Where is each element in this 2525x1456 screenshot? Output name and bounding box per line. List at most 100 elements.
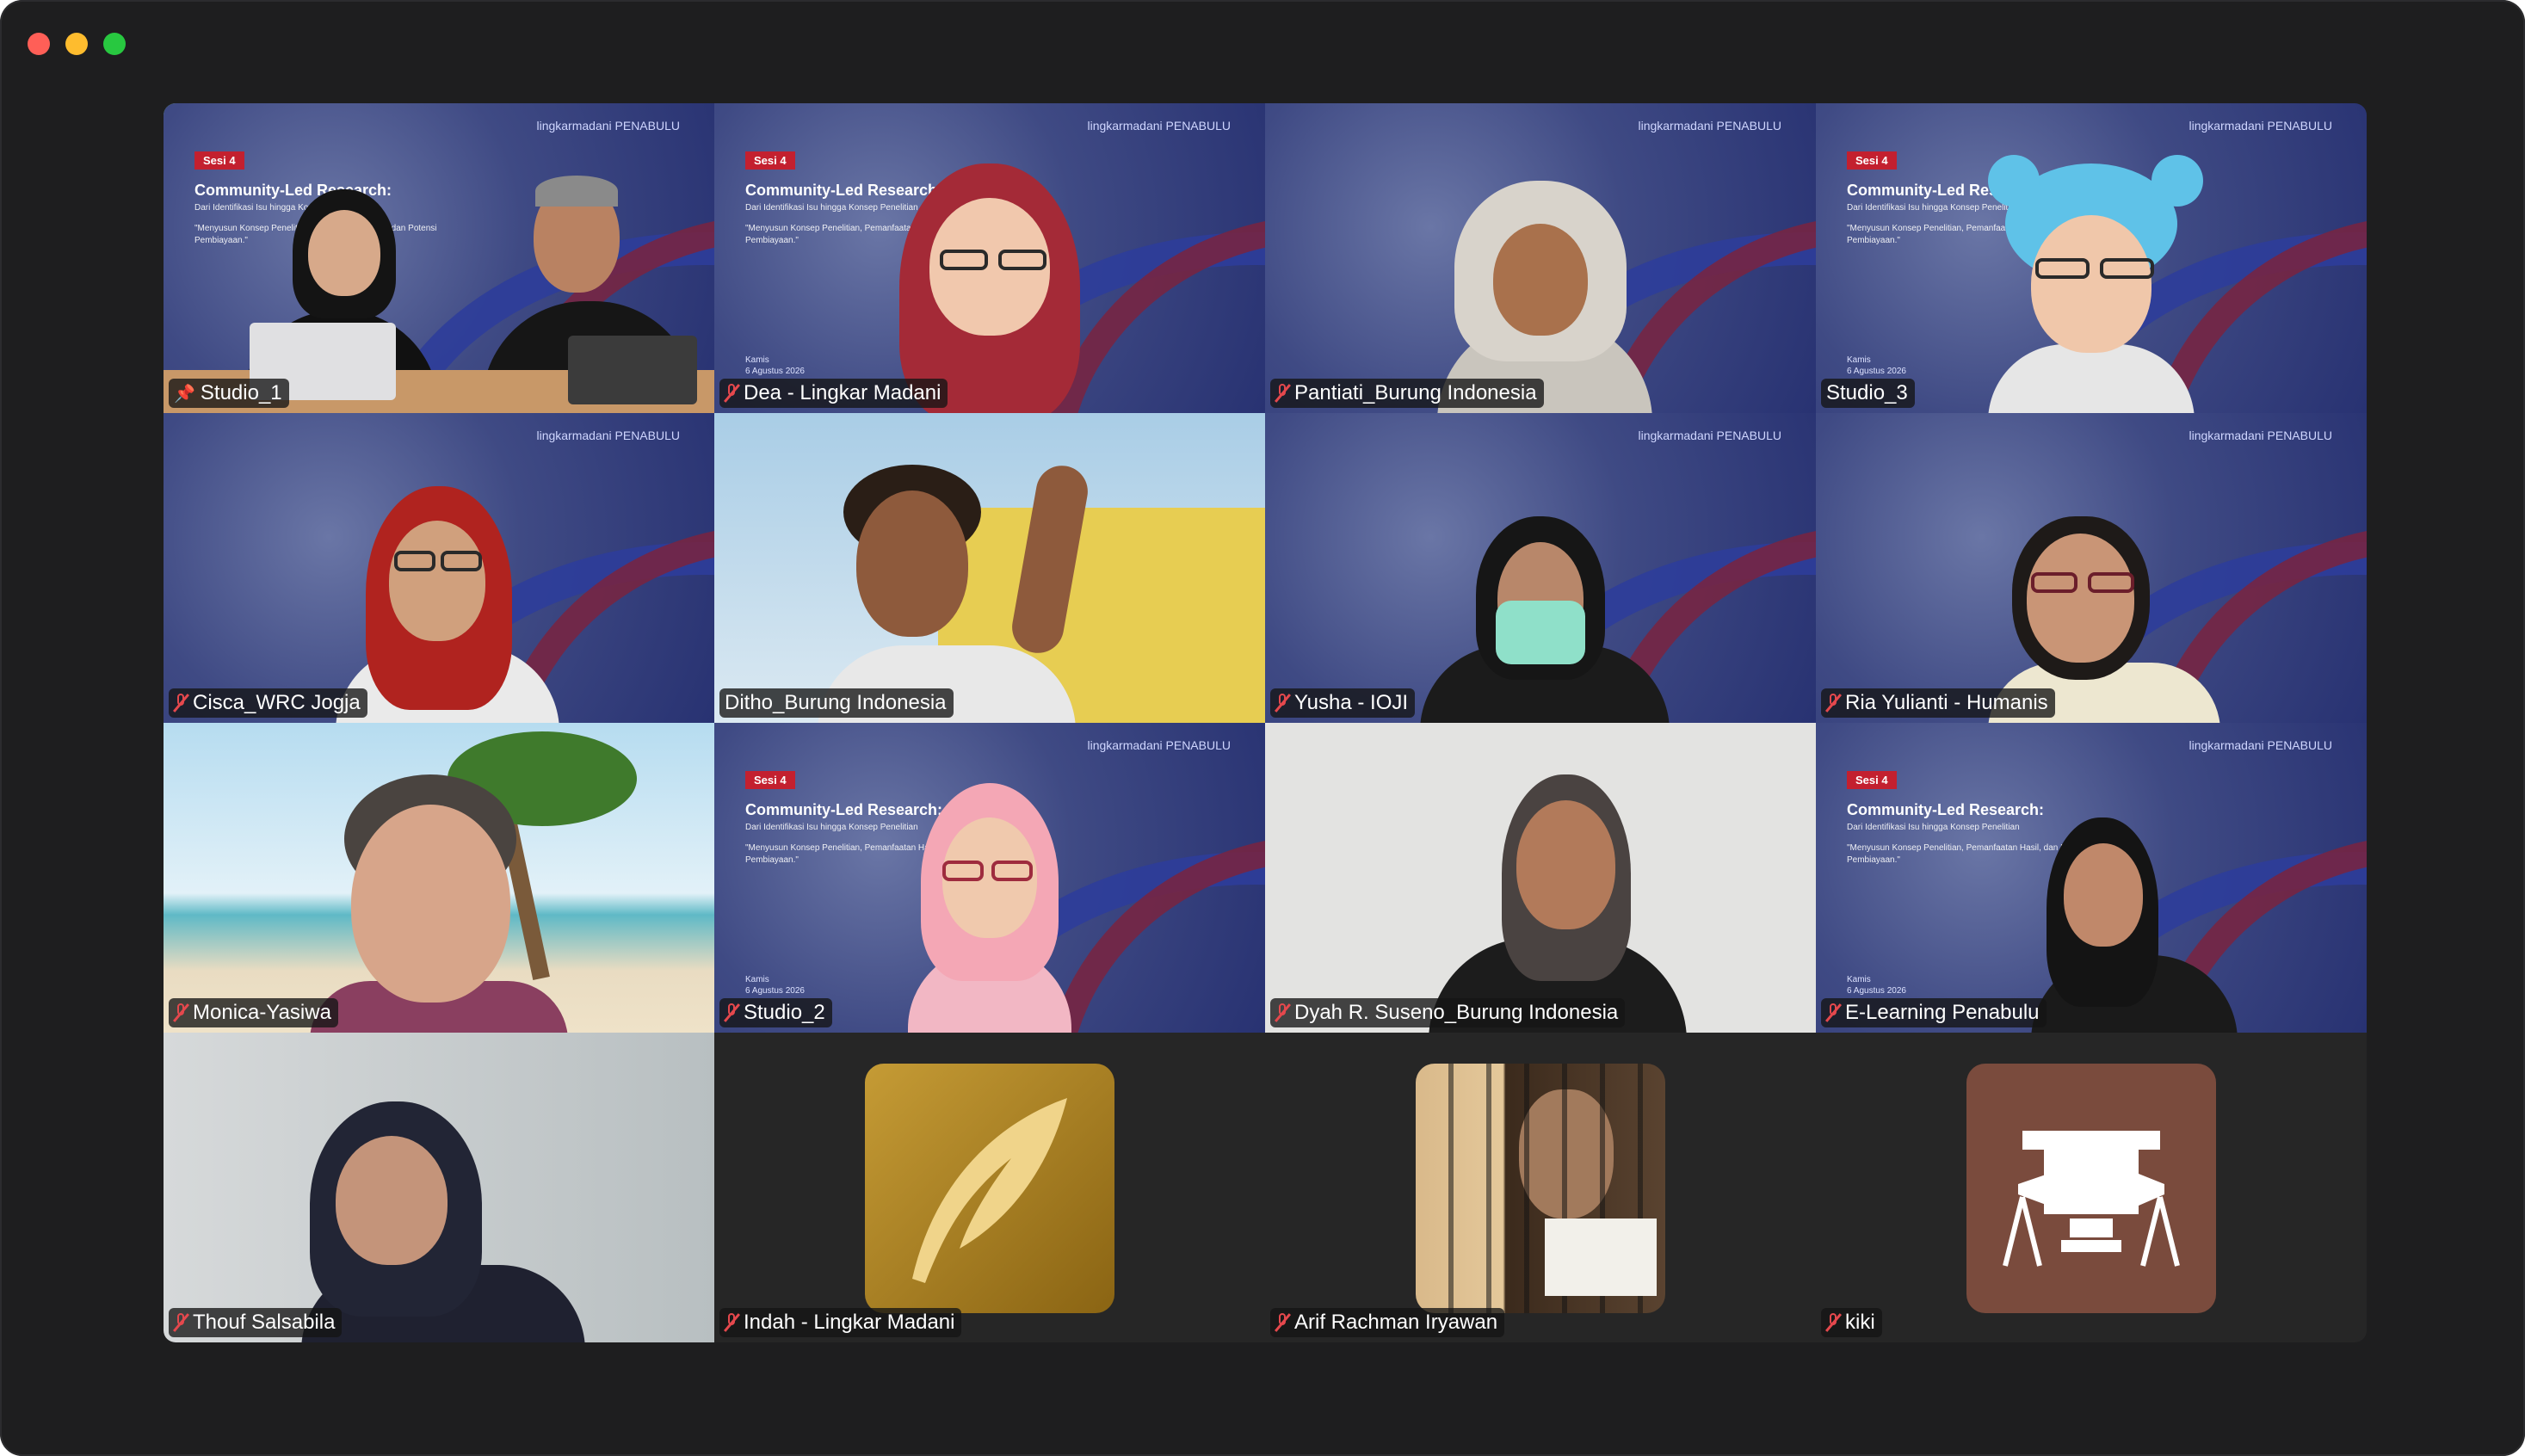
video-tile-cisca[interactable]: lingkarmadani PENABULU Cisca_WRC Jogja — [164, 413, 714, 723]
slide-date: Kamis 6 Agustus 2026 — [1847, 974, 1906, 996]
participant-label: Arif Rachman Iryawan — [1270, 1308, 1505, 1337]
slide-date: Kamis 6 Agustus 2026 — [745, 974, 805, 996]
profile-picture — [1966, 1064, 2216, 1313]
quill-icon — [912, 1098, 1067, 1283]
participant-name: Studio_1 — [200, 381, 282, 404]
video-tile-dyah[interactable]: Dyah R. Suseno_Burung Indonesia — [1265, 723, 1816, 1033]
mic-off-icon — [1826, 1003, 1840, 1022]
participant-label: Ditho_Burung Indonesia — [719, 688, 954, 718]
slide-date: Kamis 6 Agustus 2026 — [745, 355, 805, 377]
video-tile-e-learning-penabulu[interactable]: lingkarmadani PENABULU Sesi 4 Community-… — [1816, 723, 2367, 1033]
slide-logo: lingkarmadani PENABULU — [2189, 738, 2332, 752]
participant-name: kiki — [1845, 1311, 1875, 1334]
slide-date-value: 6 Agustus 2026 — [1847, 367, 1906, 376]
participant-name: Yusha - IOJI — [1294, 691, 1409, 714]
slide-session-badge: Sesi 4 — [1847, 771, 1897, 789]
participant-label: Indah - Lingkar Madani — [719, 1308, 962, 1337]
participant-label: Pantiati_Burung Indonesia — [1270, 379, 1544, 408]
video-tile-monica[interactable]: Monica-Yasiwa — [164, 723, 714, 1033]
participant-name: Dea - Lingkar Madani — [744, 381, 941, 404]
participant-name: Monica-Yasiwa — [193, 1001, 331, 1024]
participant-name: Pantiati_Burung Indonesia — [1294, 381, 1537, 404]
participant-label: Dea - Lingkar Madani — [719, 379, 948, 408]
participant-label: 📌 Studio_1 — [169, 379, 289, 408]
video-tile-arif[interactable]: Arif Rachman Iryawan — [1265, 1033, 1816, 1342]
mic-off-icon — [174, 1313, 188, 1332]
zoom-button[interactable] — [103, 33, 126, 55]
slide-title: Community-Led Research: — [1847, 801, 2045, 818]
participant-name: Ditho_Burung Indonesia — [725, 691, 947, 714]
slide-date-value: 6 Agustus 2026 — [745, 367, 805, 376]
video-tile-ria[interactable]: lingkarmadani PENABULU Ria Yulianti - Hu… — [1816, 413, 2367, 723]
slide-logo: lingkarmadani PENABULU — [536, 119, 680, 133]
participant-label: Studio_3 — [1821, 379, 1915, 408]
gallery-view: lingkarmadani PENABULU Sesi 4 Community-… — [164, 103, 2367, 1342]
slide-day: Kamis — [745, 355, 769, 365]
mic-off-icon — [1275, 1313, 1289, 1332]
mic-off-icon — [1275, 1003, 1289, 1022]
slide-logo: lingkarmadani PENABULU — [1638, 429, 1781, 442]
participant-name: Cisca_WRC Jogja — [193, 691, 361, 714]
slide-session-badge: Sesi 4 — [194, 151, 244, 170]
window-controls — [28, 33, 126, 55]
participant-name: Studio_2 — [744, 1001, 825, 1024]
video-tile-ditho[interactable]: Ditho_Burung Indonesia — [714, 413, 1265, 723]
profile-picture — [1416, 1064, 1665, 1313]
participant-name: Indah - Lingkar Madani — [744, 1311, 955, 1334]
mic-off-icon — [1826, 1313, 1840, 1332]
participant-label: Monica-Yasiwa — [169, 998, 338, 1027]
mic-off-icon — [174, 694, 188, 713]
participant-label: Yusha - IOJI — [1270, 688, 1416, 718]
slide-day: Kamis — [1847, 355, 1871, 365]
video-tile-thouf[interactable]: Thouf Salsabila — [164, 1033, 714, 1342]
video-tile-studio-1[interactable]: lingkarmadani PENABULU Sesi 4 Community-… — [164, 103, 714, 413]
slide-logo: lingkarmadani PENABULU — [1087, 738, 1231, 752]
participant-label: Thouf Salsabila — [169, 1308, 343, 1337]
video-tile-indah[interactable]: Indah - Lingkar Madani — [714, 1033, 1265, 1342]
photo-studio-icon — [2003, 1131, 2180, 1267]
video-tile-studio-3[interactable]: lingkarmadani PENABULU Sesi 4 Community-… — [1816, 103, 2367, 413]
video-tile-pantiati[interactable]: lingkarmadani PENABULU Pantiati_Burung I… — [1265, 103, 1816, 413]
video-tile-studio-2[interactable]: lingkarmadani PENABULU Sesi 4 Community-… — [714, 723, 1265, 1033]
slide-day: Kamis — [745, 975, 769, 984]
participant-label: Ria Yulianti - Humanis — [1821, 688, 2055, 718]
video-tile-dea[interactable]: lingkarmadani PENABULU Sesi 4 Community-… — [714, 103, 1265, 413]
participant-label: E-Learning Penabulu — [1821, 998, 2047, 1027]
pin-icon: 📌 — [174, 384, 195, 404]
mic-off-icon — [1826, 694, 1840, 713]
video-tile-kiki[interactable]: kiki — [1816, 1033, 2367, 1342]
participant-name: E-Learning Penabulu — [1845, 1001, 2040, 1024]
mic-off-icon — [725, 1003, 738, 1022]
participant-label: kiki — [1821, 1308, 1882, 1337]
participant-label: Cisca_WRC Jogja — [169, 688, 367, 718]
meeting-window: lingkarmadani PENABULU Sesi 4 Community-… — [0, 0, 2525, 1456]
slide-session-badge: Sesi 4 — [745, 151, 795, 170]
participant-label: Dyah R. Suseno_Burung Indonesia — [1270, 998, 1626, 1027]
mic-off-icon — [725, 1313, 738, 1332]
slide-day: Kamis — [1847, 975, 1871, 984]
mic-off-icon — [1275, 384, 1289, 403]
close-button[interactable] — [28, 33, 50, 55]
minimize-button[interactable] — [65, 33, 88, 55]
video-tile-yusha[interactable]: lingkarmadani PENABULU Yusha - IOJI — [1265, 413, 1816, 723]
mic-off-icon — [1275, 694, 1289, 713]
slide-logo: lingkarmadani PENABULU — [2189, 119, 2332, 133]
participant-name: Ria Yulianti - Humanis — [1845, 691, 2048, 714]
slide-logo: lingkarmadani PENABULU — [1087, 119, 1231, 133]
participant-name: Studio_3 — [1826, 381, 1908, 404]
profile-picture — [865, 1064, 1114, 1313]
participant-name: Arif Rachman Iryawan — [1294, 1311, 1498, 1334]
slide-date: Kamis 6 Agustus 2026 — [1847, 355, 1906, 377]
mic-off-icon — [174, 1003, 188, 1022]
slide-date-value: 6 Agustus 2026 — [1847, 986, 1906, 996]
slide-session-badge: Sesi 4 — [1847, 151, 1897, 170]
slide-logo: lingkarmadani PENABULU — [536, 429, 680, 442]
slide-logo: lingkarmadani PENABULU — [2189, 429, 2332, 442]
slide-logo: lingkarmadani PENABULU — [1638, 119, 1781, 133]
slide-date-value: 6 Agustus 2026 — [745, 986, 805, 996]
slide-session-badge: Sesi 4 — [745, 771, 795, 789]
participant-label: Studio_2 — [719, 998, 832, 1027]
mic-off-icon — [725, 384, 738, 403]
participant-name: Dyah R. Suseno_Burung Indonesia — [1294, 1001, 1619, 1024]
participant-name: Thouf Salsabila — [193, 1311, 336, 1334]
